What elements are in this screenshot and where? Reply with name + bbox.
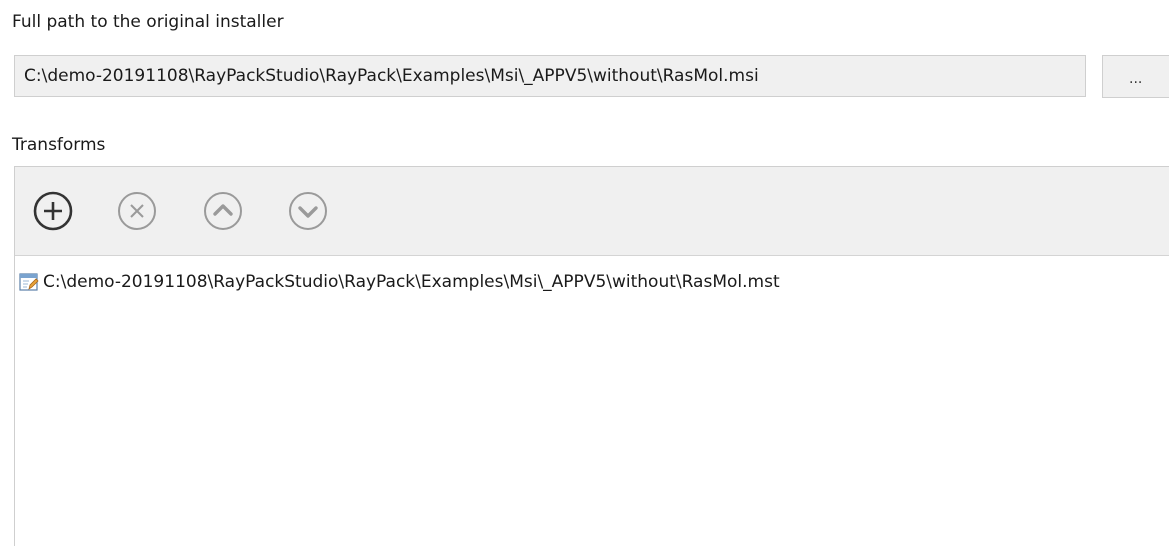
move-up-button[interactable] [201,189,245,233]
transform-path: C:\demo-20191108\RayPackStudio\RayPack\E… [43,272,780,292]
remove-transform-button[interactable] [115,189,159,233]
add-transform-button[interactable] [31,189,75,233]
installer-path-field[interactable]: C:\demo-20191108\RayPackStudio\RayPack\E… [14,55,1086,97]
transforms-panel: C:\demo-20191108\RayPackStudio\RayPack\E… [14,166,1169,546]
transforms-label: Transforms [12,135,106,155]
installer-path-label: Full path to the original installer [12,12,284,32]
move-down-circle-icon [289,192,327,230]
transform-file-icon [19,273,39,291]
add-circle-icon [33,191,73,231]
remove-circle-icon [118,192,156,230]
transforms-list: C:\demo-20191108\RayPackStudio\RayPack\E… [15,256,1169,546]
move-down-button[interactable] [286,189,330,233]
transforms-toolbar [15,167,1169,256]
installer-settings-page: Full path to the original installer C:\d… [0,0,1169,546]
move-up-circle-icon [204,192,242,230]
browse-button[interactable]: ... [1102,55,1169,98]
list-item[interactable]: C:\demo-20191108\RayPackStudio\RayPack\E… [19,272,780,292]
